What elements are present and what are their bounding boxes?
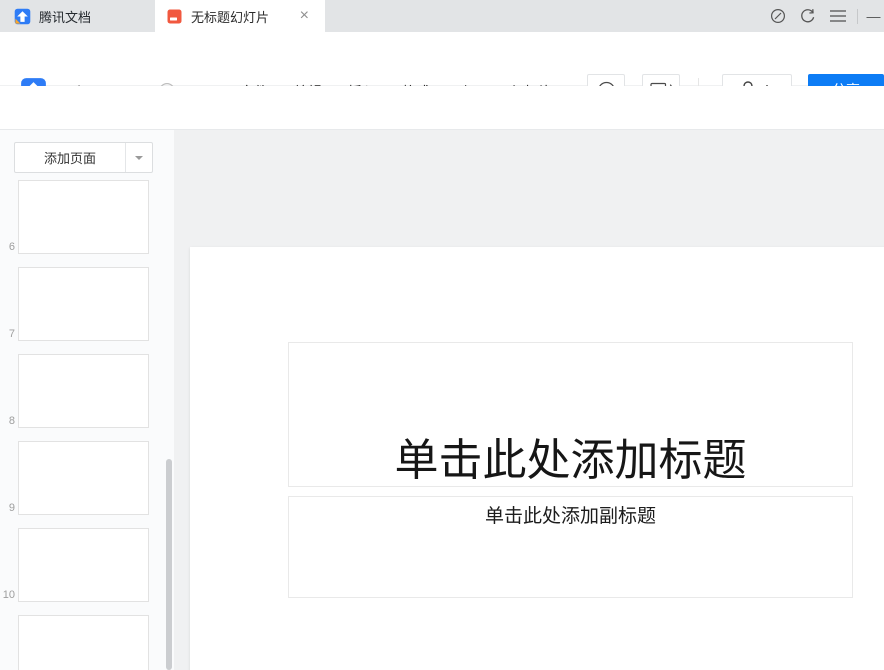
slide-number: 7 [0, 328, 15, 340]
slide-thumbnail-6[interactable] [18, 180, 149, 254]
slide-thumbnail-9[interactable] [18, 441, 149, 515]
menu-hamburger-icon[interactable] [823, 0, 853, 32]
slide-number: 10 [0, 589, 15, 601]
tab-home[interactable]: 腾讯文档 [0, 0, 91, 32]
app-header: ‹ 无标题... 文件 编辑 插入 格式 动画 幻灯片 [0, 32, 884, 86]
slide-thumbnail-10[interactable] [18, 528, 149, 602]
close-icon[interactable]: × [296, 6, 313, 26]
title-placeholder-box[interactable]: 单击此处添加标题 [288, 342, 853, 487]
minimize-icon[interactable]: — [862, 0, 884, 32]
top-tab-bar: 腾讯文档 无标题幻灯片 × — [0, 0, 884, 32]
editing-canvas: 单击此处添加标题 单击此处添加副标题 [174, 130, 884, 670]
add-page-button[interactable]: 添加页面 [14, 142, 153, 173]
slide-panel-sidebar: 添加页面 6 7 8 9 10 [0, 130, 174, 670]
slide-thumbnail-7[interactable] [18, 267, 149, 341]
tab-document-active[interactable]: 无标题幻灯片 × [155, 0, 325, 32]
divider [857, 9, 858, 24]
current-slide[interactable]: 单击此处添加标题 单击此处添加副标题 [190, 247, 884, 670]
add-page-dropdown-caret-icon[interactable] [125, 143, 152, 172]
home-tab-label: 腾讯文档 [39, 7, 91, 26]
sidebar-scrollbar[interactable] [166, 459, 172, 670]
slide-file-icon [167, 9, 182, 24]
doc-tab-label: 无标题幻灯片 [191, 7, 296, 26]
subtitle-placeholder-text: 单击此处添加副标题 [485, 501, 656, 528]
subtitle-placeholder-box[interactable]: 单击此处添加副标题 [288, 496, 853, 598]
refresh-icon[interactable] [793, 0, 823, 32]
slide-number: 9 [0, 502, 15, 514]
feedback-icon[interactable] [763, 0, 793, 32]
title-placeholder-text: 单击此处添加标题 [395, 438, 747, 486]
slide-number: 8 [0, 415, 15, 427]
tencent-docs-logo-icon [14, 8, 31, 25]
slide-number: 6 [0, 241, 15, 253]
window-controls: — [763, 0, 884, 32]
toolbar: A [0, 86, 884, 130]
slide-thumbnail-8[interactable] [18, 354, 149, 428]
add-page-label: 添加页面 [15, 143, 125, 172]
slide-thumbnail-11[interactable] [18, 615, 149, 670]
